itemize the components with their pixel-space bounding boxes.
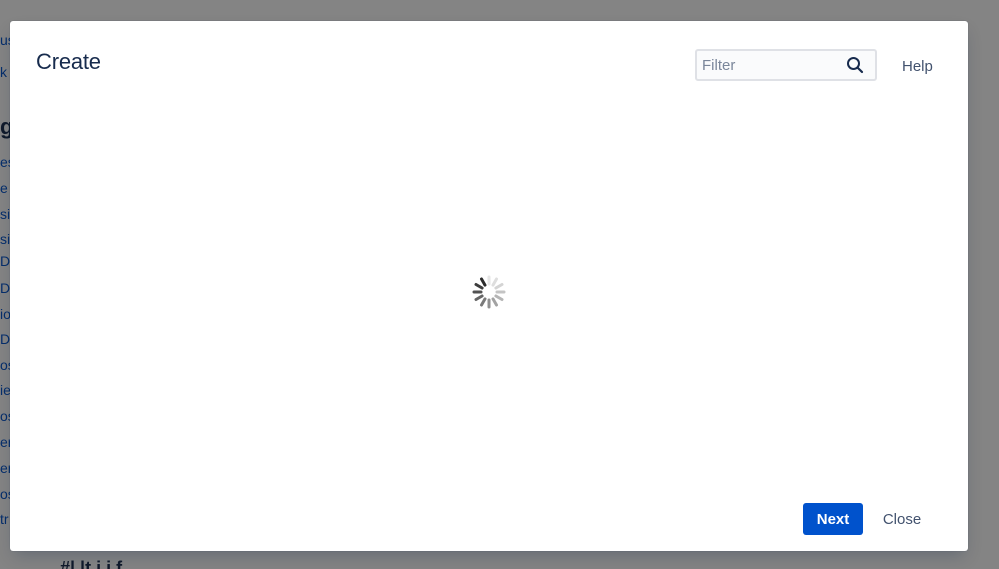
next-button[interactable]: Next bbox=[803, 503, 863, 535]
dialog-title: Create bbox=[36, 49, 101, 74]
filter-field[interactable] bbox=[695, 49, 877, 81]
spinner-icon bbox=[472, 275, 506, 309]
search-icon[interactable] bbox=[846, 56, 864, 74]
close-button[interactable]: Close bbox=[872, 503, 932, 535]
help-link[interactable]: Help bbox=[902, 58, 933, 75]
filter-input[interactable] bbox=[697, 52, 842, 78]
create-dialog: Create Help Next Close bbox=[10, 21, 968, 551]
